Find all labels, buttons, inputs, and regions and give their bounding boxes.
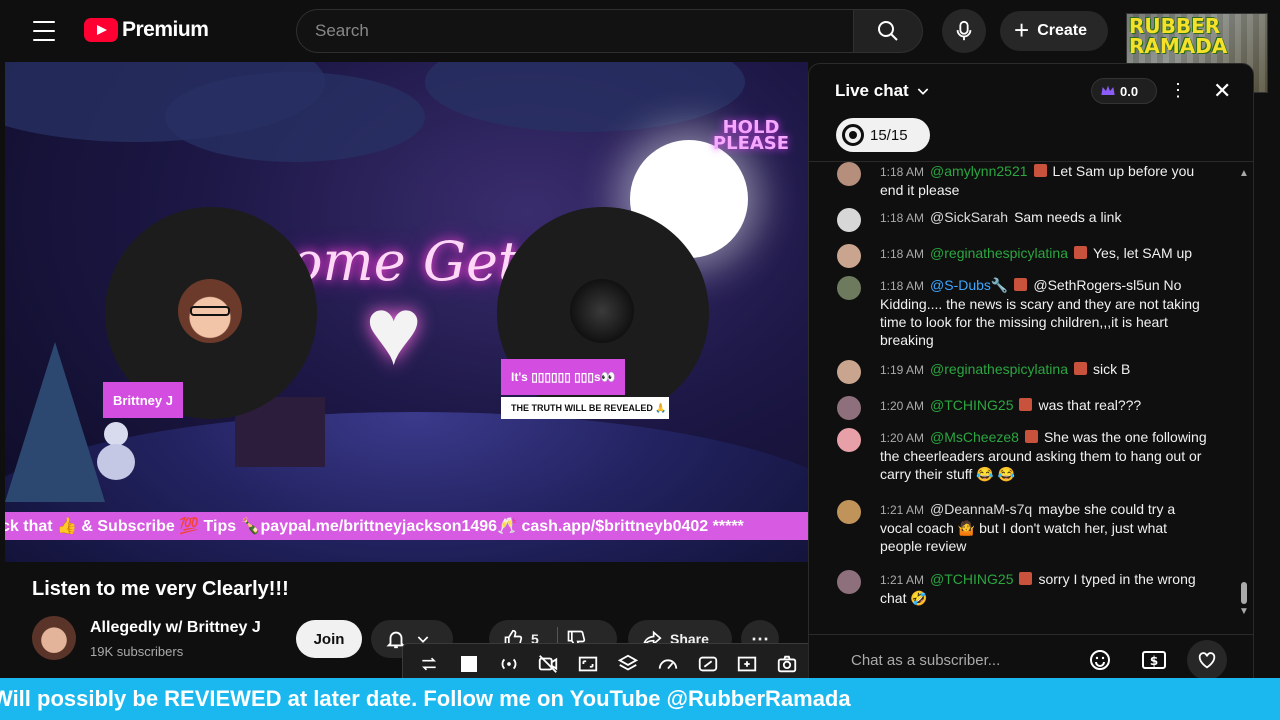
user-avatar[interactable] xyxy=(837,500,861,524)
chat-message: 1:18 AM @S-Dubs🔧 @SethRogers-sl5un No Kidd… xyxy=(835,276,1207,349)
chat-message-list: 1:18 AM @amylynn2521 Let Sam up before you… xyxy=(809,162,1239,622)
ticker-text: ck that 👍 & Subscribe 💯 Tips 🍾paypal.me/… xyxy=(5,518,744,535)
channel-badge-text: RUBBER RAMADA xyxy=(1129,14,1228,58)
chat-message: 1:20 AM @MsCheeze8 She was the one followi… xyxy=(835,428,1207,483)
smiley-icon xyxy=(1090,650,1110,670)
brand-label: Premium xyxy=(122,18,209,41)
guest-name-tag: Brittney J xyxy=(103,382,183,418)
dollar-icon: $ xyxy=(1142,651,1166,669)
chat-title-label: Live chat xyxy=(835,81,909,100)
member-badge-icon xyxy=(1074,362,1087,375)
create-label: Create xyxy=(1037,22,1087,39)
create-button[interactable]: + Create xyxy=(1000,11,1108,51)
hold-please-label: HOLD PLEASE xyxy=(712,117,790,154)
user-avatar[interactable] xyxy=(837,428,861,452)
search-button[interactable] xyxy=(853,9,923,53)
chat-input[interactable] xyxy=(835,645,1081,675)
chat-message: 1:18 AM @reginathespicylatina Yes, let SAM… xyxy=(835,244,1207,268)
effects-icon[interactable] xyxy=(695,651,721,677)
user-avatar[interactable] xyxy=(837,276,861,300)
add-scene-icon[interactable] xyxy=(734,651,760,677)
member-badge-icon xyxy=(1019,398,1033,411)
membership-pill[interactable]: 0.0 xyxy=(1091,78,1157,104)
top-bar: Premium + Create RUBBER RAMADA xyxy=(0,0,1280,93)
screen: Premium + Create RUBBER RAMADA HOLD PLEA… xyxy=(0,0,1280,720)
user-avatar[interactable] xyxy=(837,570,861,594)
heart-graphic: ♥ xyxy=(365,278,422,385)
screenshot-icon[interactable] xyxy=(774,651,800,677)
video-player[interactable]: HOLD PLEASE ome Get C ♥ Brittney J It's … xyxy=(5,62,808,562)
member-badge-icon xyxy=(1074,246,1087,259)
live-chat-panel: Live chat 0.0 ⋮ ✕ 15/15 1:18 AM @amylynn2… xyxy=(808,63,1254,690)
user-avatar[interactable] xyxy=(837,162,861,186)
chat-message: 1:18 AM @amylynn2521 Let Sam up before you… xyxy=(835,162,1207,199)
loop-icon[interactable] xyxy=(416,651,442,677)
chat-message: 1:19 AM @reginathespicylatina sick B xyxy=(835,360,1207,384)
user-avatar[interactable] xyxy=(837,244,861,268)
chat-message: 1:21 AM @TCHING25 sorry I typed in the wro… xyxy=(835,570,1207,607)
heart-icon xyxy=(1198,652,1216,669)
fullscreen-icon[interactable] xyxy=(575,651,601,677)
bottom-banner: Will possibly be REVIEWED at later date.… xyxy=(0,678,1280,720)
user-avatar[interactable] xyxy=(837,208,861,232)
search-input[interactable] xyxy=(315,21,853,41)
crown-icon xyxy=(1101,85,1115,95)
chat-message: 1:20 AM @TCHING25 was that real??? xyxy=(835,396,1207,420)
microphone-icon xyxy=(956,20,972,41)
video-title: Listen to me very Clearly!!! xyxy=(32,578,289,600)
close-icon[interactable]: ✕ xyxy=(1213,78,1231,104)
goal-pill[interactable]: 15/15 xyxy=(836,118,930,152)
youtube-play-icon xyxy=(84,18,118,42)
scroll-down-icon[interactable]: ▼ xyxy=(1239,606,1249,617)
banner-text: Will possibly be REVIEWED at later date.… xyxy=(0,686,851,711)
member-badge-icon xyxy=(1019,572,1033,585)
join-button[interactable]: Join xyxy=(296,620,362,658)
camera-off-icon[interactable] xyxy=(535,651,561,677)
user-avatar[interactable] xyxy=(837,396,861,420)
member-badge-icon xyxy=(1033,164,1047,177)
chat-header: Live chat 0.0 ⋮ ✕ 15/15 xyxy=(809,64,1253,162)
voice-search-button[interactable] xyxy=(942,9,986,53)
member-badge-icon xyxy=(1024,430,1038,443)
tree-graphic xyxy=(5,342,105,502)
channel-name[interactable]: Allegedly w/ Brittney J xyxy=(90,619,261,637)
user-avatar[interactable] xyxy=(837,360,861,384)
plus-icon: + xyxy=(1014,15,1030,45)
chat-message: 1:21 AM @DeannaM-s7q maybe she could try a… xyxy=(835,500,1207,555)
scrollbar-thumb[interactable] xyxy=(1241,582,1247,604)
chat-mode-selector[interactable]: Live chat xyxy=(835,81,931,101)
chevron-down-icon xyxy=(917,88,928,95)
subscriber-count: 19K subscribers xyxy=(90,644,184,659)
youtube-logo[interactable]: Premium xyxy=(84,18,209,42)
channel-avatar[interactable] xyxy=(32,616,76,660)
scroll-up-icon[interactable]: ▲ xyxy=(1239,168,1249,179)
heart-reaction-button[interactable] xyxy=(1187,640,1227,680)
guest2-caption: THE TRUTH WILL BE REVEALED 🙏 xyxy=(501,397,669,419)
member-badge-icon xyxy=(1014,278,1028,291)
search-icon xyxy=(878,21,898,41)
search-box xyxy=(296,9,854,53)
guest-screen xyxy=(570,279,634,343)
goal-count: 15/15 xyxy=(870,126,908,144)
target-icon xyxy=(842,124,864,146)
snowman-graphic xyxy=(97,422,135,480)
svg-text:$: $ xyxy=(1150,654,1158,668)
guest-face xyxy=(178,279,242,343)
ticker-banner: ck that 👍 & Subscribe 💯 Tips 🍾paypal.me/… xyxy=(5,512,808,540)
stop-icon[interactable] xyxy=(456,651,482,677)
layers-icon[interactable] xyxy=(615,651,641,677)
emoji-button[interactable] xyxy=(1085,645,1115,675)
menu-icon[interactable] xyxy=(30,18,58,44)
chat-more-icon[interactable]: ⋮ xyxy=(1169,80,1187,101)
super-chat-button[interactable]: $ xyxy=(1139,645,1169,675)
speed-icon[interactable] xyxy=(655,651,681,677)
guest2-tag: It's ▯▯▯▯▯▯ ▯▯▯s👀 xyxy=(501,359,625,395)
chat-message: 1:18 AM @SickSarah Sam needs a link xyxy=(835,208,1207,232)
crown-count: 0.0 xyxy=(1120,83,1139,99)
broadcast-icon[interactable] xyxy=(496,651,522,677)
